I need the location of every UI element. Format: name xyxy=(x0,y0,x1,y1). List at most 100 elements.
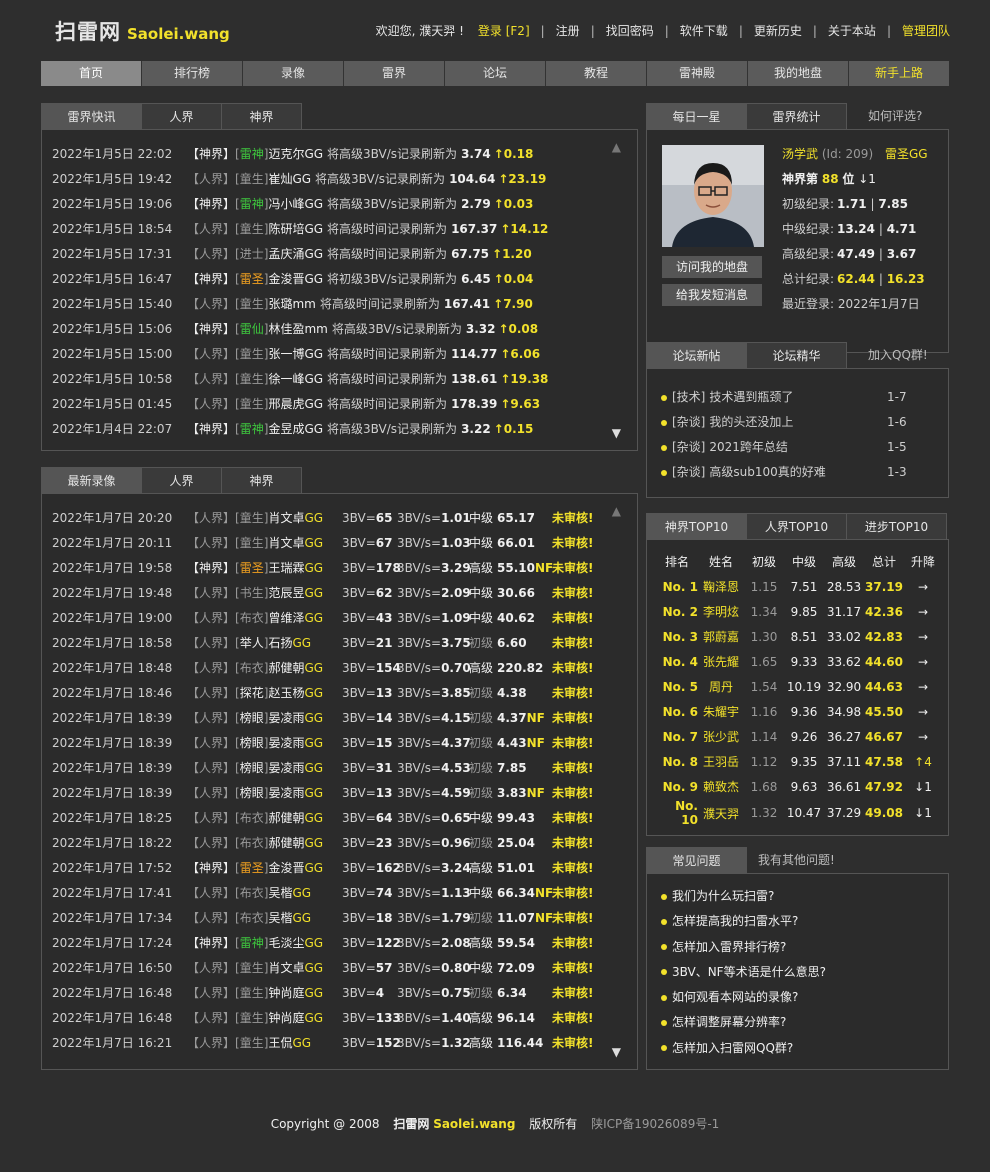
tab-forum-best[interactable]: 论坛精华 xyxy=(746,342,847,368)
faq-question[interactable]: 怎样调整屏幕分辨率? xyxy=(672,1015,786,1029)
video-row[interactable]: 2022年1月7日 18:25 【人界】[布衣]郝健朝GG 3BV=64 3BV/s=… xyxy=(42,806,637,831)
news-player[interactable]: 林佳盈mm xyxy=(268,322,327,336)
video-row[interactable]: 2022年1月7日 19:58 【神界】[雷圣]王瑞霖GG 3BV=178 3BV/s… xyxy=(42,556,637,581)
video-row[interactable]: 2022年1月7日 16:48 【人界】[童生]钟尚庭GG 3BV=4 3BV/s=0… xyxy=(42,981,637,1006)
faq-question[interactable]: 怎样提高我的扫雷水平? xyxy=(672,914,798,928)
other-question-link[interactable]: 我有其他问题! xyxy=(746,847,835,873)
top10-name[interactable]: 张少武 xyxy=(698,724,744,749)
video-player[interactable]: 晏凌雨GG xyxy=(268,711,323,725)
top10-row[interactable]: No. 10 濮天羿 1.32 10.47 37.29 49.08 ↓1 xyxy=(656,799,942,827)
icp-link[interactable]: 陕ICP备19026089号-1 xyxy=(591,1117,719,1131)
faq-item[interactable]: 如何观看本网站的录像? xyxy=(661,985,948,1010)
news-player[interactable]: 冯小峰GG xyxy=(268,197,323,211)
nav-my-space[interactable]: 我的地盘 xyxy=(748,61,849,86)
nav-tutorial[interactable]: 教程 xyxy=(546,61,647,86)
faq-item[interactable]: 3BV、NF等术语是什么意思? xyxy=(661,960,948,985)
video-row[interactable]: 2022年1月7日 17:34 【人界】[布衣]吴楷GG 3BV=18 3BV/s=1… xyxy=(42,906,637,931)
video-player[interactable]: 范辰昱GG xyxy=(268,586,323,600)
video-player[interactable]: 晏凌雨GG xyxy=(268,736,323,750)
news-player[interactable]: 邢晨虎GG xyxy=(268,397,323,411)
video-row[interactable]: 2022年1月7日 18:46 【人界】[探花]赵玉杨GG 3BV=13 3BV/s=… xyxy=(42,681,637,706)
video-row[interactable]: 2022年1月7日 18:48 【人界】[布衣]郝健朝GG 3BV=154 3BV/s… xyxy=(42,656,637,681)
forum-post[interactable]: [杂谈] 2021跨年总结 1-5 xyxy=(661,435,948,460)
top10-name[interactable]: 赖致杰 xyxy=(698,774,744,799)
nav-hall[interactable]: 雷神殿 xyxy=(647,61,748,86)
video-player[interactable]: 金浚晋GG xyxy=(268,861,323,875)
download-link[interactable]: 软件下载 xyxy=(680,22,728,39)
star-name[interactable]: 汤学武 xyxy=(782,147,818,161)
video-row[interactable]: 2022年1月7日 19:48 【人界】[书生]范辰昱GG 3BV=62 3BV/s=… xyxy=(42,581,637,606)
forum-post[interactable]: [杂谈] 高级sub100真的好难 1-3 xyxy=(661,460,948,485)
video-player[interactable]: 郝健朝GG xyxy=(268,811,323,825)
top10-row[interactable]: No. 3 郭蔚嘉 1.30 8.51 33.02 42.83 → xyxy=(656,624,942,649)
faq-item[interactable]: 我们为什么玩扫雷? xyxy=(661,884,948,909)
video-player[interactable]: 晏凌雨GG xyxy=(268,786,323,800)
top10-name[interactable]: 濮天羿 xyxy=(698,799,744,827)
faq-question[interactable]: 如何观看本网站的录像? xyxy=(672,990,798,1004)
news-player[interactable]: 迈克尔GG xyxy=(268,147,323,161)
forum-post[interactable]: [技术] 技术遇到瓶颈了 1-7 xyxy=(661,385,948,410)
video-player[interactable]: 石扬GG xyxy=(268,636,311,650)
top10-name[interactable]: 郭蔚嘉 xyxy=(698,624,744,649)
faq-question[interactable]: 怎样加入扫雷网QQ群? xyxy=(672,1041,793,1055)
history-link[interactable]: 更新历史 xyxy=(754,22,802,39)
video-player[interactable]: 晏凌雨GG xyxy=(268,761,323,775)
site-logo[interactable]: 扫雷网 Saolei.wang xyxy=(55,16,230,46)
tab-news-human[interactable]: 人界 xyxy=(141,103,222,129)
video-row[interactable]: 2022年1月7日 18:39 【人界】[榜眼]晏凌雨GG 3BV=15 3BV/s=… xyxy=(42,731,637,756)
tab-daily-star[interactable]: 每日一星 xyxy=(646,103,747,129)
top10-name[interactable]: 张先耀 xyxy=(698,649,744,674)
tab-world-stats[interactable]: 雷界统计 xyxy=(746,103,847,129)
top10-row[interactable]: No. 2 李明炫 1.34 9.85 31.17 42.36 → xyxy=(656,599,942,624)
video-player[interactable]: 王瑞霖GG xyxy=(268,561,323,575)
video-row[interactable]: 2022年1月7日 20:20 【人界】[童生]肖文卓GG 3BV=65 3BV/s=… xyxy=(42,506,637,531)
video-row[interactable]: 2022年1月7日 17:41 【人界】[布衣]吴楷GG 3BV=74 3BV/s=1… xyxy=(42,881,637,906)
tab-human-top10[interactable]: 人界TOP10 xyxy=(746,513,847,539)
video-player[interactable]: 赵玉杨GG xyxy=(268,686,323,700)
video-row[interactable]: 2022年1月7日 17:24 【神界】[雷神]毛淡尘GG 3BV=122 3BV/s… xyxy=(42,931,637,956)
faq-item[interactable]: 怎样调整屏幕分辨率? xyxy=(661,1010,948,1035)
video-row[interactable]: 2022年1月7日 18:58 【人界】[举人]石扬GG 3BV=21 3BV/s=3… xyxy=(42,631,637,656)
video-player[interactable]: 钟尚庭GG xyxy=(268,1011,323,1025)
video-row[interactable]: 2022年1月7日 17:52 【神界】[雷圣]金浚晋GG 3BV=162 3BV/s… xyxy=(42,856,637,881)
tab-god-top10[interactable]: 神界TOP10 xyxy=(646,513,747,539)
send-message-button[interactable]: 给我发短消息 xyxy=(662,284,762,306)
news-player[interactable]: 金昱成GG xyxy=(268,422,323,436)
avatar[interactable] xyxy=(662,145,764,247)
top10-name[interactable]: 鞠泽恩 xyxy=(698,574,744,599)
nav-home[interactable]: 首页 xyxy=(41,61,142,86)
recover-password-link[interactable]: 找回密码 xyxy=(606,22,654,39)
tab-videos[interactable]: 最新录像 xyxy=(41,467,142,493)
video-row[interactable]: 2022年1月7日 16:48 【人界】[童生]钟尚庭GG 3BV=133 3BV/s… xyxy=(42,1006,637,1031)
video-player[interactable]: 肖文卓GG xyxy=(268,511,323,525)
nav-newbie[interactable]: 新手上路 xyxy=(849,61,949,86)
video-player[interactable]: 毛淡尘GG xyxy=(268,936,323,950)
top10-row[interactable]: No. 4 张先耀 1.65 9.33 33.62 44.60 → xyxy=(656,649,942,674)
news-player[interactable]: 陈研培GG xyxy=(268,222,323,236)
news-player[interactable]: 崔灿GG xyxy=(268,172,311,186)
video-player[interactable]: 郝健朝GG xyxy=(268,836,323,850)
nav-videos[interactable]: 录像 xyxy=(243,61,344,86)
nav-world[interactable]: 雷界 xyxy=(344,61,445,86)
video-row[interactable]: 2022年1月7日 19:00 【人界】[布衣]曾维泽GG 3BV=43 3BV/s=… xyxy=(42,606,637,631)
video-row[interactable]: 2022年1月7日 18:22 【人界】[布衣]郝健朝GG 3BV=23 3BV/s=… xyxy=(42,831,637,856)
tab-faq[interactable]: 常见问题 xyxy=(646,847,747,873)
forum-title[interactable]: 技术遇到瓶颈了 xyxy=(709,390,793,404)
top10-row[interactable]: No. 7 张少武 1.14 9.26 36.27 46.67 → xyxy=(656,724,942,749)
video-row[interactable]: 2022年1月7日 18:39 【人界】[榜眼]晏凌雨GG 3BV=14 3BV/s=… xyxy=(42,706,637,731)
top10-row[interactable]: No. 9 赖致杰 1.68 9.63 36.61 47.92 ↓1 xyxy=(656,774,942,799)
video-player[interactable]: 钟尚庭GG xyxy=(268,986,323,1000)
forum-title[interactable]: 高级sub100真的好难 xyxy=(709,465,825,479)
faq-item[interactable]: 怎样加入雷界排行榜? xyxy=(661,935,948,960)
top10-row[interactable]: No. 5 周丹 1.54 10.19 32.90 44.63 → xyxy=(656,674,942,699)
faq-question[interactable]: 3BV、NF等术语是什么意思? xyxy=(672,965,826,979)
news-player[interactable]: 张一博GG xyxy=(268,347,323,361)
video-row[interactable]: 2022年1月7日 20:11 【人界】[童生]肖文卓GG 3BV=67 3BV/s=… xyxy=(42,531,637,556)
video-player[interactable]: 吴楷GG xyxy=(268,911,311,925)
video-player[interactable]: 郝健朝GG xyxy=(268,661,323,675)
tab-videos-god[interactable]: 神界 xyxy=(221,467,302,493)
video-player[interactable]: 肖文卓GG xyxy=(268,961,323,975)
video-player[interactable]: 曾维泽GG xyxy=(268,611,323,625)
video-row[interactable]: 2022年1月7日 18:39 【人界】[榜眼]晏凌雨GG 3BV=13 3BV/s=… xyxy=(42,781,637,806)
top10-row[interactable]: No. 1 鞠泽恩 1.15 7.51 28.53 37.19 → xyxy=(656,574,942,599)
